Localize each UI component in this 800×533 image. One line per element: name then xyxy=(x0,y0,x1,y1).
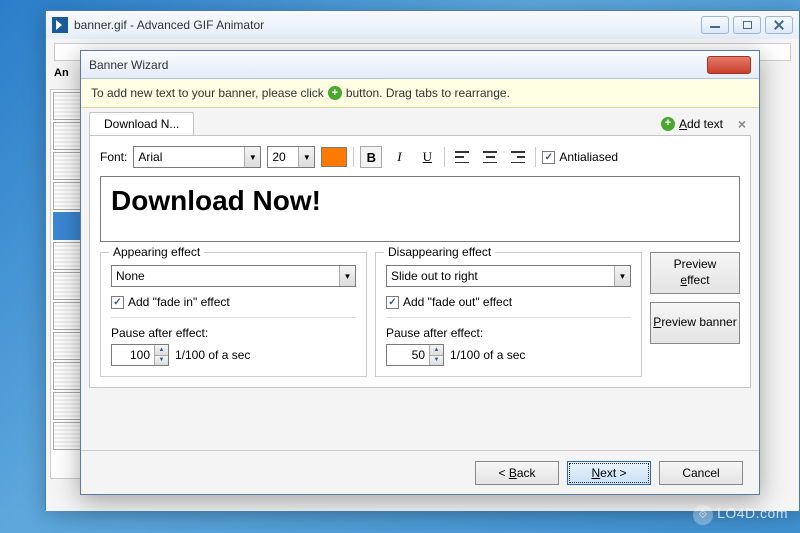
font-toolbar: Font: ▼ ▼ B I U ✓ Antialiased xyxy=(100,146,740,168)
dropdown-icon[interactable]: ▼ xyxy=(244,147,260,167)
align-right-button[interactable] xyxy=(507,146,529,168)
appearing-pause-spinner[interactable]: ▲▼ xyxy=(111,344,169,366)
close-tab-button[interactable]: × xyxy=(733,115,751,133)
checkbox-icon: ✓ xyxy=(111,296,124,309)
add-text-button[interactable]: + Add text xyxy=(655,113,729,135)
preview-banner-button[interactable]: Preview banner xyxy=(650,302,740,344)
dropdown-icon[interactable]: ▼ xyxy=(614,266,630,286)
back-button[interactable]: < Back xyxy=(475,461,559,485)
spin-down-icon[interactable]: ▼ xyxy=(155,356,168,366)
fade-in-label: Add "fade in" effect xyxy=(128,295,230,309)
font-size-combo[interactable]: ▼ xyxy=(267,146,315,168)
disappearing-pause-input[interactable] xyxy=(387,345,429,365)
appearing-effect-group: Appearing effect ▼ ✓ Add "fade in" effec… xyxy=(100,252,367,377)
bold-button[interactable]: B xyxy=(360,146,382,168)
dropdown-icon[interactable]: ▼ xyxy=(339,266,355,286)
checkbox-icon: ✓ xyxy=(386,296,399,309)
pause-label: Pause after effect: xyxy=(111,326,356,340)
maximize-button[interactable] xyxy=(733,16,761,34)
align-center-button[interactable] xyxy=(479,146,501,168)
pause-unit: 1/100 of a sec xyxy=(175,348,250,362)
banner-wizard-dialog: Banner Wizard To add new text to your ba… xyxy=(80,50,760,495)
antialiased-checkbox[interactable]: ✓ Antialiased xyxy=(542,150,618,164)
dialog-footer: < Back Next > Cancel xyxy=(81,450,759,494)
disappearing-effect-combo[interactable]: ▼ xyxy=(386,265,631,287)
info-bar: To add new text to your banner, please c… xyxy=(81,79,759,108)
appearing-effect-input[interactable] xyxy=(112,266,339,286)
underline-button[interactable]: U xyxy=(416,146,438,168)
pause-label: Pause after effect: xyxy=(386,326,631,340)
close-button[interactable] xyxy=(765,16,793,34)
tabs-row: Download N... + Add text × xyxy=(81,108,759,135)
appearing-pause-input[interactable] xyxy=(112,345,154,365)
spin-up-icon[interactable]: ▲ xyxy=(155,345,168,356)
dropdown-icon[interactable]: ▼ xyxy=(298,147,314,167)
appearing-effect-combo[interactable]: ▼ xyxy=(111,265,356,287)
italic-button[interactable]: I xyxy=(388,146,410,168)
spin-down-icon[interactable]: ▼ xyxy=(430,356,443,366)
info-text-prefix: To add new text to your banner, please c… xyxy=(91,86,324,100)
disappearing-legend: Disappearing effect xyxy=(384,245,495,259)
checkbox-icon: ✓ xyxy=(542,151,555,164)
text-preview[interactable]: Download Now! xyxy=(100,176,740,242)
cancel-button[interactable]: Cancel xyxy=(659,461,743,485)
fade-in-checkbox[interactable]: ✓ Add "fade in" effect xyxy=(111,295,356,309)
appearing-legend: Appearing effect xyxy=(109,245,204,259)
fade-out-checkbox[interactable]: ✓ Add "fade out" effect xyxy=(386,295,631,309)
tab-content: Font: ▼ ▼ B I U ✓ Antialiased D xyxy=(89,135,751,388)
watermark-icon: ⟐ xyxy=(693,505,713,525)
dialog-titlebar: Banner Wizard xyxy=(81,51,759,79)
disappearing-effect-group: Disappearing effect ▼ ✓ Add "fade out" e… xyxy=(375,252,642,377)
disappearing-effect-input[interactable] xyxy=(387,266,614,286)
pause-unit: 1/100 of a sec xyxy=(450,348,525,362)
font-name-combo[interactable]: ▼ xyxy=(133,146,261,168)
app-icon xyxy=(52,17,68,33)
align-left-button[interactable] xyxy=(451,146,473,168)
watermark: ⟐LO4D.com xyxy=(693,505,788,526)
text-tab[interactable]: Download N... xyxy=(89,112,194,135)
info-text-suffix: button. Drag tabs to rearrange. xyxy=(346,86,510,100)
disappearing-pause-spinner[interactable]: ▲▼ xyxy=(386,344,444,366)
main-titlebar: banner.gif - Advanced GIF Animator xyxy=(46,11,799,39)
add-icon: + xyxy=(661,117,675,131)
font-color-swatch[interactable] xyxy=(321,147,347,167)
dialog-title: Banner Wizard xyxy=(89,58,707,72)
fade-out-label: Add "fade out" effect xyxy=(403,295,512,309)
font-label: Font: xyxy=(100,150,127,164)
font-size-input[interactable] xyxy=(268,147,298,167)
dialog-close-button[interactable] xyxy=(707,56,751,74)
main-window-title: banner.gif - Advanced GIF Animator xyxy=(74,18,695,32)
add-icon: + xyxy=(328,86,342,100)
next-button[interactable]: Next > xyxy=(567,461,651,485)
preview-effect-button[interactable]: Preview effect xyxy=(650,252,740,294)
spin-up-icon[interactable]: ▲ xyxy=(430,345,443,356)
font-name-input[interactable] xyxy=(134,147,244,167)
minimize-button[interactable] xyxy=(701,16,729,34)
antialiased-label: Antialiased xyxy=(559,150,618,164)
